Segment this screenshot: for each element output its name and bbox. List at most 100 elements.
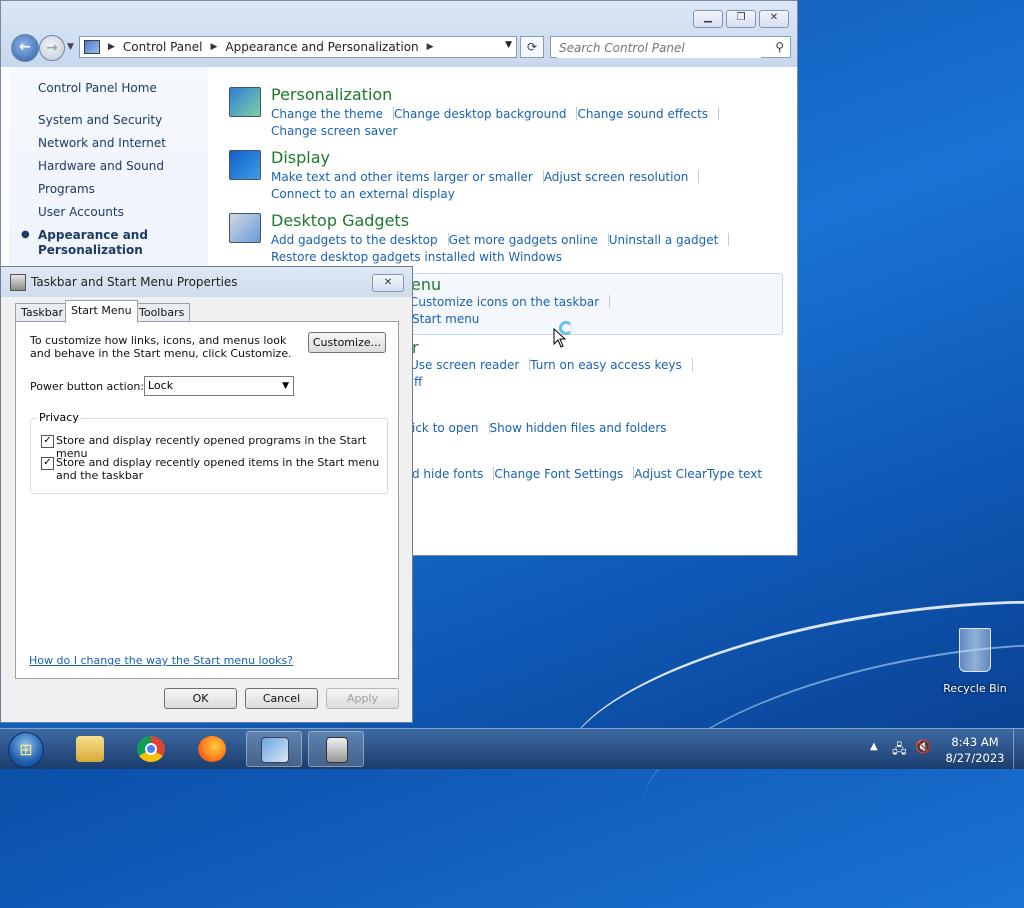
maximize-button[interactable]: ❐ (726, 10, 756, 28)
link-divider (728, 233, 730, 246)
display-icon[interactable] (229, 150, 261, 180)
tab-taskbar[interactable]: Taskbar (15, 303, 69, 322)
chevron-right-icon[interactable]: ▶ (211, 42, 218, 52)
nav-programs[interactable]: Programs (38, 182, 95, 196)
taskbar-chrome[interactable] (123, 731, 179, 767)
link-change-theme[interactable]: Change the theme (271, 107, 383, 121)
history-dropdown-icon[interactable]: ▼ (67, 42, 74, 52)
link-show-hidden-files[interactable]: Show hidden files and folders (490, 421, 667, 435)
link-uninstall-gadget[interactable]: Uninstall a gadget (609, 233, 719, 247)
taskbar-properties-dialog: Taskbar and Start Menu Properties ✕ Task… (0, 266, 413, 723)
ok-button[interactable]: OK (164, 688, 237, 709)
apply-button[interactable]: Apply (326, 688, 399, 709)
folder-links: ick to open Show hidden files and folders (412, 421, 667, 435)
link-hide-fonts-fragment[interactable]: d hide fonts (412, 467, 483, 481)
customize-button[interactable]: Customize... (308, 332, 386, 353)
taskbar-firefox[interactable] (184, 731, 240, 767)
link-divider (609, 295, 611, 308)
taskbar-file-explorer[interactable] (62, 731, 118, 767)
cancel-button[interactable]: Cancel (245, 688, 318, 709)
nav-user-accounts[interactable]: User Accounts (38, 205, 124, 219)
recycle-bin-shortcut[interactable]: Recycle Bin (940, 628, 1010, 695)
control-panel-icon (84, 40, 100, 54)
taskbar-properties-window[interactable] (308, 731, 364, 767)
dialog-close-button[interactable]: ✕ (372, 274, 404, 292)
customize-description: To customize how links, icons, and menus… (30, 334, 292, 360)
tab-start-menu[interactable]: Start Menu (65, 300, 138, 323)
display-links-row2: Connect to an external display (271, 187, 455, 201)
chevron-right-icon[interactable]: ▶ (108, 42, 115, 52)
personalization-icon[interactable] (229, 87, 261, 117)
firefox-icon (198, 736, 226, 762)
tab-toolbars[interactable]: Toolbars (133, 303, 191, 322)
search-box[interactable]: ⚲ (550, 36, 791, 58)
address-dropdown-icon[interactable]: ▼ (505, 40, 512, 50)
link-external-display[interactable]: Connect to an external display (271, 187, 455, 201)
volume-muted-icon[interactable]: 🔇 (915, 740, 931, 755)
forward-arrow-icon: → (46, 40, 58, 56)
system-clock[interactable]: 8:43 AM 8/27/2023 (940, 734, 1010, 766)
search-input[interactable] (557, 38, 761, 58)
display-links: Make text and other items larger or smal… (271, 170, 700, 184)
personalization-links-row2: Change screen saver (271, 124, 398, 138)
show-hidden-icons[interactable]: ▲ (870, 741, 878, 752)
link-customize-taskbar-icons[interactable]: Customize icons on the taskbar (410, 295, 599, 309)
link-change-screen-saver[interactable]: Change screen saver (271, 124, 398, 138)
link-easy-access-keys[interactable]: Turn on easy access keys (530, 358, 681, 372)
clock-date: 8/27/2023 (945, 751, 1005, 765)
breadcrumb-appearance[interactable]: Appearance and Personalization (225, 40, 418, 54)
taskbar-control-panel[interactable] (246, 731, 302, 767)
link-ease-fragment[interactable]: ff (414, 375, 422, 389)
power-button-select[interactable]: Lock ▼ (144, 376, 294, 396)
ease-links: Use screen reader Turn on easy access key… (409, 358, 693, 372)
forward-button[interactable]: → (39, 35, 65, 61)
recent-items-label[interactable]: Store and display recently opened items … (56, 456, 381, 482)
link-more-gadgets[interactable]: Get more gadgets online (449, 233, 598, 247)
minimize-button[interactable]: ▁ (693, 10, 723, 28)
link-divider (718, 107, 720, 120)
maximize-icon: ❐ (736, 12, 746, 23)
category-title-gadgets[interactable]: Desktop Gadgets (271, 211, 409, 230)
nav-control-panel-home[interactable]: Control Panel Home (38, 81, 157, 95)
nav-hardware-sound[interactable]: Hardware and Sound (38, 159, 164, 173)
link-start-menu-fragment[interactable]: Start menu (412, 312, 479, 326)
link-add-gadgets[interactable]: Add gadgets to the desktop (271, 233, 438, 247)
close-button[interactable]: ✕ (759, 10, 789, 28)
category-title-personalization[interactable]: Personalization (271, 85, 392, 104)
control-panel-icon (261, 737, 289, 763)
link-screen-reader[interactable]: Use screen reader (410, 358, 519, 372)
gadgets-links-row2: Restore desktop gadgets installed with W… (271, 250, 562, 264)
show-desktop-button[interactable] (1013, 729, 1024, 769)
address-bar[interactable]: ▶ Control Panel ▶ Appearance and Persona… (79, 36, 517, 58)
gadgets-icon[interactable] (229, 213, 261, 243)
recent-programs-checkbox[interactable]: ✓ (41, 435, 54, 448)
start-button[interactable]: ⊞ (8, 732, 44, 768)
minimize-icon: ▁ (704, 12, 712, 23)
link-change-sound-effects[interactable]: Change sound effects (577, 107, 708, 121)
chevron-right-icon[interactable]: ▶ (427, 42, 434, 52)
nav-appearance-personalization[interactable]: Appearance and Personalization (38, 228, 148, 258)
dropdown-arrow-icon: ▼ (282, 381, 289, 391)
link-change-background[interactable]: Change desktop background (394, 107, 566, 121)
nav-system-security[interactable]: System and Security (38, 113, 162, 127)
breadcrumb-control-panel[interactable]: Control Panel (123, 40, 203, 54)
taskbar-links: Customize icons on the taskbar (409, 295, 611, 309)
link-screen-resolution[interactable]: Adjust screen resolution (544, 170, 689, 184)
link-font-settings[interactable]: Change Font Settings (494, 467, 623, 481)
search-icon[interactable]: ⚲ (775, 40, 784, 54)
link-divider (698, 170, 700, 183)
back-button[interactable]: ← (11, 34, 39, 62)
windows-logo-icon: ⊞ (19, 740, 33, 759)
recent-items-checkbox[interactable]: ✓ (41, 457, 54, 470)
refresh-button[interactable]: ⟳ (520, 36, 544, 58)
category-title-display[interactable]: Display (271, 148, 330, 167)
help-link[interactable]: How do I change the way the Start menu l… (29, 654, 293, 667)
category-title-taskbar-fragment[interactable]: enu (411, 275, 441, 294)
link-click-to-open-fragment[interactable]: ick to open (412, 421, 479, 435)
link-text-size[interactable]: Make text and other items larger or smal… (271, 170, 533, 184)
nav-network-internet[interactable]: Network and Internet (38, 136, 166, 150)
link-cleartype[interactable]: Adjust ClearType text (634, 467, 762, 481)
dialog-titlebar[interactable]: Taskbar and Start Menu Properties ✕ (1, 267, 412, 297)
network-icon[interactable]: 🖧 (892, 740, 907, 762)
link-restore-gadgets[interactable]: Restore desktop gadgets installed with W… (271, 250, 562, 264)
